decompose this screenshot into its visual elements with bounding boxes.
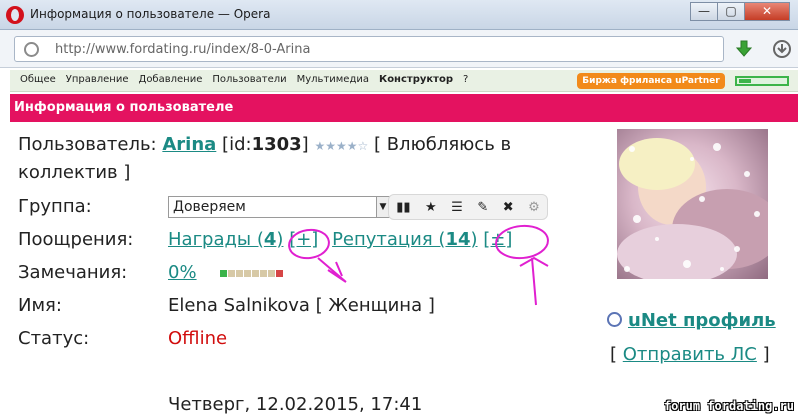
awards-link[interactable]: Награды (4): [168, 229, 283, 250]
mini-toolbar: ▮▮ ★ ☰ ✎ ✖ ⚙: [388, 194, 548, 220]
reputation-count: 14: [445, 229, 471, 250]
status-label: Статус:: [18, 328, 90, 349]
reputation-close: ): [470, 229, 478, 250]
globe-icon: [24, 42, 39, 57]
url-text: http://www.fordating.ru/index/8-0-Arina: [55, 42, 311, 57]
last-visit-date: Четверг, 12.02.2015, 17:41: [168, 394, 423, 415]
maximize-button[interactable]: ▢: [717, 2, 745, 21]
nav-item-help[interactable]: ?: [463, 74, 468, 85]
window-title: Информация о пользователе — Opera: [30, 7, 271, 21]
send-ls-close: ]: [762, 344, 770, 365]
download-icon[interactable]: [734, 39, 754, 59]
address-bar: http://www.fordating.ru/index/8-0-Arina: [0, 30, 798, 68]
group-select-value: Доверяем: [173, 199, 246, 215]
list-icon[interactable]: ☰: [451, 200, 463, 215]
gear-icon[interactable]: ⚙: [528, 200, 540, 215]
nav-item-multimedia[interactable]: Мультимедиа: [297, 74, 369, 85]
rewards-row: Поощрения:: [18, 229, 133, 250]
name-label: Имя:: [18, 295, 62, 316]
name-value: Elena Salnikova [ Женщина ]: [168, 295, 435, 316]
site-watermark: forum fordating.ru: [663, 399, 794, 413]
awards-count: 4: [263, 229, 277, 250]
user-status-line-1: [ Влюбляюсь в: [373, 134, 512, 155]
panel-toggle-slider[interactable]: [735, 76, 789, 86]
minimize-button[interactable]: —: [690, 2, 718, 21]
online-status: Offline: [168, 328, 228, 349]
user-label: Пользователь:: [18, 134, 157, 155]
rewards-values: Награды (4) [+] Репутация (14) [±]: [168, 229, 512, 250]
page-header-bar: Информация о пользователе: [10, 94, 798, 122]
remarks-label: Замечания:: [18, 262, 128, 283]
user-id-prefix: [id:: [222, 134, 252, 155]
user-name-link[interactable]: Arina: [162, 134, 216, 155]
remarks-link[interactable]: 0%: [168, 262, 197, 283]
send-ls-open: [: [610, 344, 618, 365]
page-title: Информация о пользователе: [14, 100, 234, 115]
avatar[interactable]: [617, 129, 768, 279]
close-button[interactable]: ✕: [744, 2, 790, 21]
group-label: Группа:: [18, 196, 92, 217]
freelance-button[interactable]: Биржа фриланса uPartner: [577, 73, 725, 89]
user-id: 1303: [251, 134, 302, 155]
reputation-text: Репутация (: [332, 229, 446, 250]
download-manager-icon[interactable]: [772, 39, 792, 59]
group-select[interactable]: Доверяем ▼: [168, 196, 390, 218]
rewards-label: Поощрения:: [18, 229, 134, 250]
pencil-icon[interactable]: ✎: [477, 200, 488, 215]
adjust-reputation-button[interactable]: [±]: [483, 229, 512, 250]
bar-chart-icon[interactable]: ▮▮: [396, 200, 410, 215]
nav-item-adding[interactable]: Добавление: [139, 74, 203, 85]
opera-logo-icon[interactable]: [6, 6, 24, 24]
window-titlebar: Информация о пользователе — Opera — ▢ ✕: [0, 0, 798, 30]
send-message: [ Отправить ЛС ]: [610, 344, 770, 365]
awards-text: Награды (: [168, 229, 264, 250]
nav-item-constructor[interactable]: Конструктор: [379, 74, 453, 85]
unet-profile[interactable]: uNet профиль: [607, 310, 776, 331]
profile-content: Пользователь: Arina [id:1303] ★★★★☆ [ Вл…: [10, 122, 798, 416]
user-row: Пользователь: Arina [id:1303] ★★★★☆ [ Вл…: [18, 134, 511, 155]
user-id-suffix: ]: [301, 134, 309, 155]
send-message-link[interactable]: Отправить ЛС: [623, 344, 757, 365]
star-icon[interactable]: ★: [425, 200, 437, 215]
remarks-scale: [220, 269, 284, 277]
remarks-values: 0%: [168, 262, 284, 283]
close-icon[interactable]: ✖: [503, 200, 514, 215]
reputation-link[interactable]: Репутация (14): [332, 229, 477, 250]
nav-item-management[interactable]: Управление: [66, 74, 129, 85]
add-award-button[interactable]: [+]: [289, 229, 318, 250]
site-nav: Общее Управление Добавление Пользователи…: [10, 70, 798, 92]
rating-stars: ★★★★☆: [314, 139, 369, 153]
unet-profile-link[interactable]: uNet профиль: [628, 310, 776, 331]
window-controls: — ▢ ✕: [690, 2, 790, 21]
unet-icon: [607, 312, 622, 327]
nav-links: Общее Управление Добавление Пользователи…: [20, 74, 478, 85]
awards-close: ): [276, 229, 284, 250]
nav-item-users[interactable]: Пользователи: [212, 74, 286, 85]
url-field[interactable]: http://www.fordating.ru/index/8-0-Arina: [14, 36, 724, 62]
nav-item-general[interactable]: Общее: [20, 74, 56, 85]
user-status-line-2: коллектив ]: [18, 162, 131, 183]
